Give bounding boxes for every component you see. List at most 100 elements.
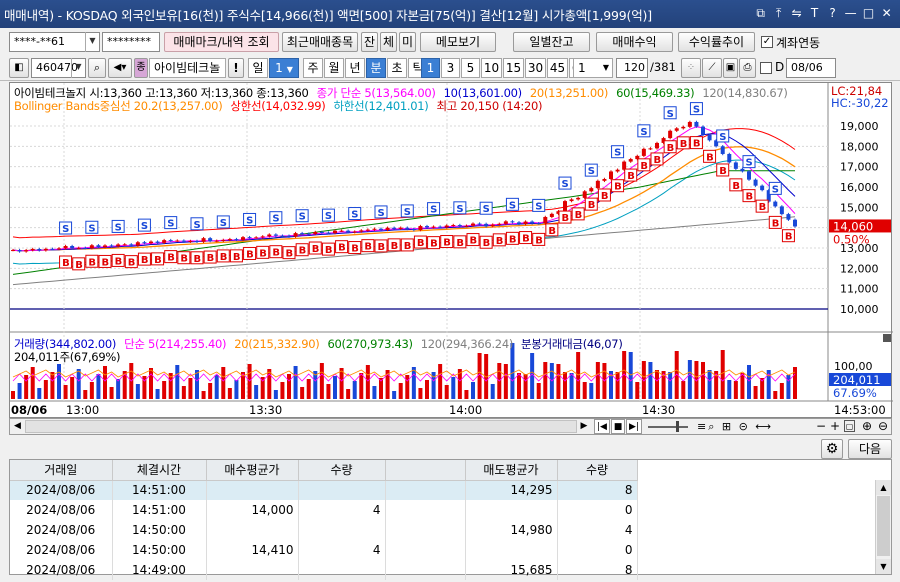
buy-marker[interactable]: B: [624, 168, 638, 182]
recent-trades-button[interactable]: 최근매매종목: [282, 32, 358, 52]
buy-marker[interactable]: B: [335, 240, 349, 254]
count-input[interactable]: 120: [616, 58, 648, 78]
sell-marker[interactable]: S: [400, 204, 414, 218]
chart-settings-icon[interactable]: ◧: [9, 58, 29, 78]
buy-marker[interactable]: B: [637, 158, 651, 172]
sell-marker[interactable]: S: [190, 217, 204, 231]
trade-profit-button[interactable]: 매매수익: [596, 32, 673, 52]
sell-marker[interactable]: S: [532, 198, 546, 212]
close-icon[interactable]: ✕: [879, 5, 894, 21]
sell-marker[interactable]: S: [111, 219, 125, 233]
buy-marker[interactable]: B: [729, 178, 743, 192]
date-input[interactable]: 08/06: [786, 58, 836, 78]
buy-marker[interactable]: B: [321, 242, 335, 256]
table-row[interactable]: 2024/08/06 14:50:00 14,980 4: [10, 520, 638, 540]
sell-marker[interactable]: S: [216, 215, 230, 229]
buy-marker[interactable]: B: [72, 257, 86, 271]
buy-marker[interactable]: B: [203, 250, 217, 264]
sell-marker[interactable]: S: [768, 181, 782, 195]
sell-marker[interactable]: S: [164, 216, 178, 230]
buy-marker[interactable]: B: [151, 252, 165, 266]
period-day-button[interactable]: 일: [248, 58, 268, 78]
unexecuted-button[interactable]: 미: [399, 32, 416, 52]
sound-icon[interactable]: ◀▾: [108, 58, 132, 78]
sell-marker[interactable]: S: [716, 129, 730, 143]
buy-marker[interactable]: B: [571, 207, 585, 221]
count-select[interactable]: 1 ▼: [573, 58, 613, 78]
buy-marker[interactable]: B: [519, 231, 533, 245]
buy-marker[interactable]: B: [703, 149, 717, 163]
search-icon[interactable]: ⌕: [88, 58, 106, 78]
buy-marker[interactable]: B: [85, 254, 99, 268]
pin-icon[interactable]: ⤒: [771, 5, 786, 21]
sell-marker[interactable]: S: [584, 163, 598, 177]
table-row[interactable]: 2024/08/06 14:50:00 14,410 4 0: [10, 540, 638, 560]
buy-marker[interactable]: B: [584, 197, 598, 211]
next-button[interactable]: 다음: [848, 439, 892, 459]
period-button-2[interactable]: 년: [345, 58, 365, 78]
table-header-4[interactable]: [385, 460, 466, 481]
account-input[interactable]: ****-**61 ▼: [9, 32, 100, 52]
buy-marker[interactable]: B: [611, 179, 625, 193]
scroll-left-icon[interactable]: ◀: [10, 419, 25, 434]
sell-marker[interactable]: S: [453, 201, 467, 215]
chart-tool-icons[interactable]: ≡⌕ ⊞ ⊝ ⟷: [697, 419, 797, 434]
buy-marker[interactable]: B: [427, 236, 441, 250]
buy-marker[interactable]: B: [650, 152, 664, 166]
password-input[interactable]: ********: [102, 32, 160, 52]
zoom-in-icon[interactable]: ⊕: [860, 419, 874, 434]
executed-button[interactable]: 체: [380, 32, 397, 52]
buy-marker[interactable]: B: [716, 163, 730, 177]
zoom-slider[interactable]: [648, 426, 688, 428]
balance-button[interactable]: 잔: [361, 32, 378, 52]
buy-marker[interactable]: B: [256, 245, 270, 259]
chart-area[interactable]: 19,00018,00017,00016,00015,00014,00013,0…: [9, 82, 893, 418]
interval-button-10[interactable]: 10: [481, 58, 502, 78]
sell-marker[interactable]: S: [59, 221, 73, 235]
maximize-icon[interactable]: □: [861, 5, 876, 21]
buy-marker[interactable]: B: [663, 140, 677, 154]
table-row[interactable]: 2024/08/06 14:49:00 15,685 8: [10, 560, 638, 580]
buy-marker[interactable]: B: [177, 251, 191, 265]
sell-marker[interactable]: S: [427, 202, 441, 216]
scroll-thumb[interactable]: [25, 420, 577, 433]
interval-button-3[interactable]: 3: [441, 58, 460, 78]
chevron-down-icon[interactable]: ▼: [71, 58, 85, 78]
sell-marker[interactable]: S: [689, 102, 703, 116]
link-icon[interactable]: ⧉: [753, 5, 768, 21]
buy-marker[interactable]: B: [269, 245, 283, 259]
period-value-select[interactable]: 1 ▼: [269, 58, 299, 78]
table-scrollbar[interactable]: ▲ ▼: [875, 480, 891, 574]
help-icon[interactable]: ?: [825, 5, 840, 21]
account-link-checkbox[interactable]: ✓: [761, 36, 773, 48]
buy-marker[interactable]: B: [532, 232, 546, 246]
buy-marker[interactable]: B: [229, 249, 243, 263]
buy-marker[interactable]: B: [98, 254, 112, 268]
interval-button-1[interactable]: 1: [421, 58, 440, 78]
table-scroll-thumb[interactable]: [877, 496, 890, 556]
sell-marker[interactable]: S: [321, 208, 335, 222]
table-header-0[interactable]: 거래일: [10, 460, 113, 481]
period-button-1[interactable]: 월: [324, 58, 344, 78]
table-row[interactable]: 2024/08/06 14:51:00 14,000 4 0: [10, 500, 638, 520]
buy-marker[interactable]: B: [466, 233, 480, 247]
chevron-down-icon[interactable]: ▼: [85, 32, 99, 52]
plus-icon[interactable]: +: [829, 419, 841, 434]
buy-marker[interactable]: B: [137, 252, 151, 266]
buy-marker[interactable]: B: [216, 249, 230, 263]
buy-marker[interactable]: B: [374, 239, 388, 253]
buy-marker[interactable]: B: [413, 235, 427, 249]
buy-marker[interactable]: B: [243, 246, 257, 260]
date-checkbox[interactable]: [760, 62, 772, 74]
zoom-out-icon[interactable]: ⊖: [876, 419, 890, 434]
buy-marker[interactable]: B: [492, 233, 506, 247]
buy-marker[interactable]: B: [781, 229, 795, 243]
sell-marker[interactable]: S: [479, 201, 493, 215]
buy-marker[interactable]: B: [742, 189, 756, 203]
buy-marker[interactable]: B: [505, 231, 519, 245]
stock-code-input[interactable]: 460470 ▼: [31, 58, 86, 78]
buy-marker[interactable]: B: [479, 235, 493, 249]
buy-marker[interactable]: B: [295, 243, 309, 257]
sell-marker[interactable]: S: [295, 209, 309, 223]
buy-marker[interactable]: B: [689, 136, 703, 150]
